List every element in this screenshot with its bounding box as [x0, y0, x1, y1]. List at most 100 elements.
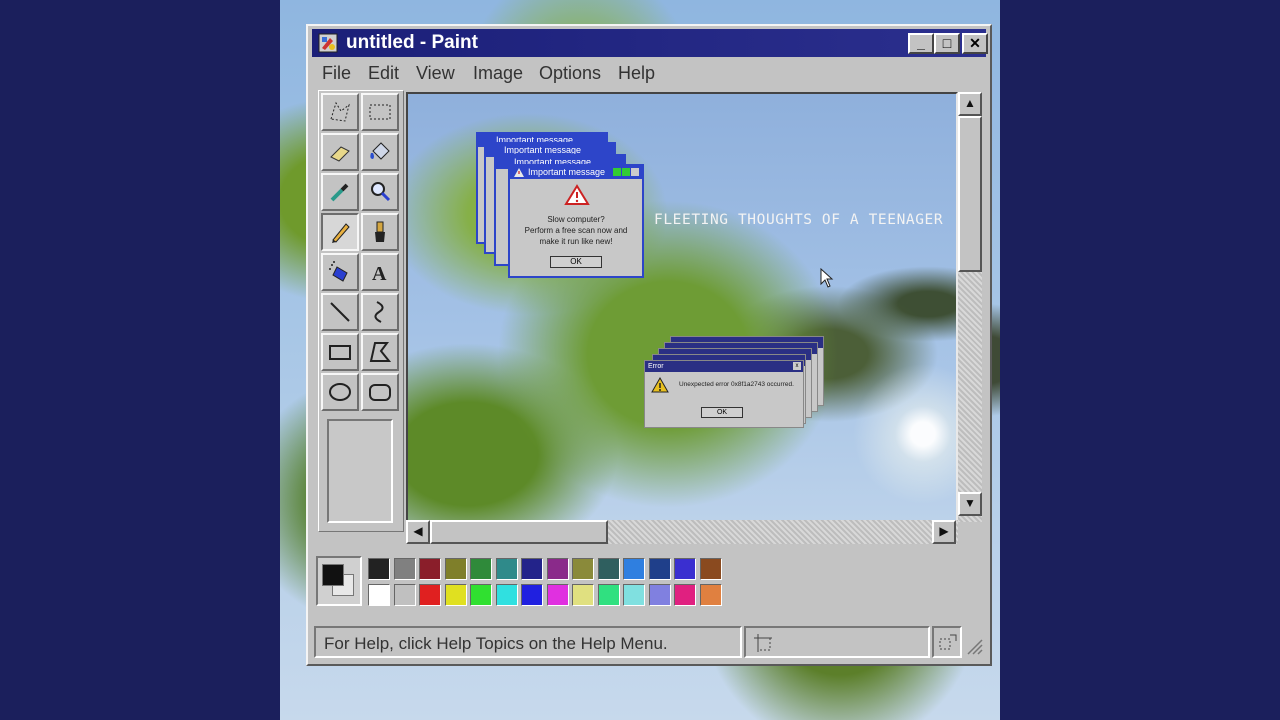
- palette-swatch[interactable]: [495, 558, 518, 580]
- text-tool[interactable]: A: [361, 253, 399, 291]
- tool-options-panel[interactable]: [327, 419, 393, 523]
- palette-swatch[interactable]: [648, 558, 671, 580]
- status-size-box: [932, 626, 962, 658]
- palette-swatch[interactable]: [495, 584, 518, 606]
- brush-tool[interactable]: [361, 213, 399, 251]
- palette-swatch[interactable]: [699, 584, 722, 606]
- ellipse-icon: [329, 383, 351, 401]
- popup-ok-button[interactable]: OK: [550, 256, 602, 268]
- palette-swatch[interactable]: [444, 558, 467, 580]
- scroll-up-button[interactable]: ▲: [958, 92, 982, 116]
- error-warning-icon: [651, 377, 669, 393]
- title-bar[interactable]: untitled - Paint _ □ ✕: [312, 29, 988, 57]
- maximize-button[interactable]: □: [934, 33, 960, 54]
- palette-swatch[interactable]: [444, 584, 467, 606]
- palette-swatch[interactable]: [572, 558, 594, 580]
- palette-swatch[interactable]: [521, 558, 543, 580]
- fill-tool[interactable]: [361, 133, 399, 171]
- popup-close-button[interactable]: [631, 168, 639, 176]
- color-picker-icon: [330, 183, 349, 202]
- menu-edit[interactable]: Edit: [368, 63, 399, 84]
- status-message-box: For Help, click Help Topics on the Help …: [314, 626, 742, 658]
- error-ok-button[interactable]: OK: [701, 407, 743, 418]
- palette-swatch[interactable]: [623, 558, 645, 580]
- menu-options[interactable]: Options: [539, 63, 601, 84]
- palette-swatch[interactable]: [419, 558, 441, 580]
- error-message: Unexpected error 0x8f1a2743 occurred.: [679, 381, 794, 388]
- vertical-scroll-thumb[interactable]: [958, 116, 982, 272]
- vertical-scrollbar[interactable]: ▲ ▼: [958, 92, 982, 522]
- resize-grip-icon[interactable]: [964, 636, 984, 656]
- polygon-tool[interactable]: [361, 333, 399, 371]
- menu-help[interactable]: Help: [618, 63, 655, 84]
- rounded-rect-icon: [369, 384, 391, 401]
- ellipse-tool[interactable]: [321, 373, 359, 411]
- close-button[interactable]: ✕: [962, 33, 988, 54]
- fill-icon: [370, 142, 390, 160]
- popup-minimize-button[interactable]: [613, 168, 621, 176]
- palette-swatch[interactable]: [419, 584, 441, 606]
- palette-swatch[interactable]: [393, 558, 416, 580]
- pencil-tool[interactable]: [321, 213, 359, 251]
- eraser-icon: [330, 146, 350, 162]
- status-coordinates-box: [744, 626, 930, 658]
- palette-swatch[interactable]: [648, 584, 671, 606]
- palette-swatch[interactable]: [674, 558, 696, 580]
- error-title-bar: Error: [645, 361, 803, 372]
- drawing-canvas[interactable]: Important message Important message Impo…: [408, 94, 956, 522]
- palette-swatch[interactable]: [368, 584, 390, 606]
- palette-swatch[interactable]: [393, 584, 416, 606]
- color-picker-tool[interactable]: [321, 173, 359, 211]
- palette-swatch[interactable]: [368, 558, 390, 580]
- palette-swatch[interactable]: [572, 584, 594, 606]
- horizontal-scrollbar[interactable]: ◀ ▶: [406, 520, 958, 544]
- airbrush-tool[interactable]: [321, 253, 359, 291]
- horizontal-scroll-thumb[interactable]: [430, 520, 608, 544]
- magnifier-tool[interactable]: [361, 173, 399, 211]
- svg-text:A: A: [372, 263, 387, 285]
- rectangle-tool[interactable]: [321, 333, 359, 371]
- popup-maximize-button[interactable]: [622, 168, 630, 176]
- palette-swatch[interactable]: [674, 584, 696, 606]
- eraser-tool[interactable]: [321, 133, 359, 171]
- toolbox: A: [318, 90, 404, 532]
- color-palette: [312, 552, 986, 614]
- palette-swatch[interactable]: [597, 584, 620, 606]
- menu-file[interactable]: File: [322, 63, 351, 84]
- canvas-frame: Important message Important message Impo…: [406, 92, 958, 524]
- palette-swatch[interactable]: [521, 584, 543, 606]
- window-title: untitled - Paint: [346, 32, 478, 53]
- line-tool[interactable]: [321, 293, 359, 331]
- free-select-tool[interactable]: [321, 93, 359, 131]
- curve-tool[interactable]: [361, 293, 399, 331]
- popup-message-line-2: Perform a free scan now and: [524, 226, 628, 235]
- foreground-color-swatch[interactable]: [322, 564, 344, 586]
- rect-select-tool[interactable]: [361, 93, 399, 131]
- popup-message-line-3: make it run like new!: [539, 237, 613, 246]
- scroll-down-button[interactable]: ▼: [958, 492, 982, 516]
- popup-window-controls: [613, 168, 639, 177]
- line-icon: [330, 302, 350, 322]
- error-window-main: Error x Unexpected error 0x8f1a2743 occu…: [644, 360, 804, 428]
- scroll-left-button[interactable]: ◀: [406, 520, 430, 544]
- palette-swatch[interactable]: [470, 584, 492, 606]
- menu-image[interactable]: Image: [473, 63, 523, 84]
- free-select-icon: [330, 101, 350, 122]
- airbrush-icon: [329, 261, 348, 282]
- palette-swatch[interactable]: [597, 558, 620, 580]
- current-colors[interactable]: [316, 556, 362, 606]
- minimize-button[interactable]: _: [908, 33, 934, 54]
- palette-swatch[interactable]: [623, 584, 645, 606]
- error-close-button[interactable]: x: [793, 362, 801, 370]
- selection-size-icon: [939, 634, 957, 650]
- palette-swatch[interactable]: [546, 584, 569, 606]
- warning-triangle-icon: [564, 184, 590, 205]
- palette-swatch[interactable]: [470, 558, 492, 580]
- popup-window-main: Important message Slow computer? Perform…: [508, 164, 644, 278]
- rectangle-icon: [329, 345, 351, 360]
- rounded-rect-tool[interactable]: [361, 373, 399, 411]
- palette-swatch[interactable]: [699, 558, 722, 580]
- scroll-right-button[interactable]: ▶: [932, 520, 956, 544]
- menu-view[interactable]: View: [416, 63, 455, 84]
- palette-swatch[interactable]: [546, 558, 569, 580]
